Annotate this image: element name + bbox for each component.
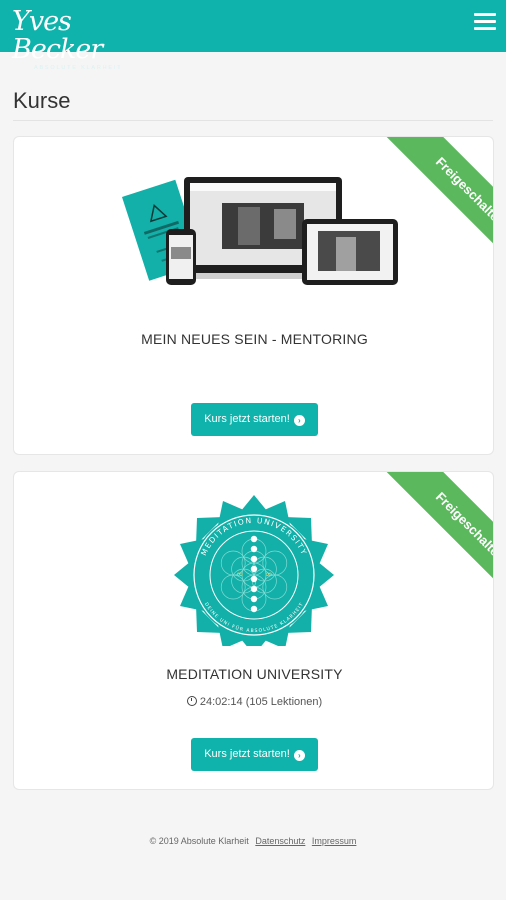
title-divider: [13, 120, 493, 121]
privacy-link[interactable]: Datenschutz: [255, 836, 305, 846]
start-course-button[interactable]: Kurs jetzt starten! ›: [191, 403, 318, 436]
imprint-link[interactable]: Impressum: [312, 836, 357, 846]
copyright: © 2019 Absolute Klarheit: [149, 836, 249, 846]
start-course-button[interactable]: Kurs jetzt starten! ›: [191, 738, 318, 771]
logo-script: Yves Becker: [12, 6, 103, 65]
logo[interactable]: Yves Becker ABSOLUTE KLARHEIT: [12, 8, 132, 72]
arrow-circle-right-icon: ›: [293, 750, 305, 761]
course-card-meditation: Freigeschaltet ∞ ∞ MEDITATION UNIVERSITY…: [13, 471, 494, 790]
course-duration: 24:02:14 (105 Lektionen): [14, 696, 493, 708]
meditation-university-seal: ∞ ∞ MEDITATION UNIVERSITY DEINE UNI FÜR …: [174, 495, 334, 646]
course-title: MEDITATION UNIVERSITY: [166, 666, 343, 682]
duration-text: 24:02:14 (105 Lektionen): [199, 696, 323, 708]
svg-text:∞: ∞: [236, 570, 244, 580]
start-course-label: Kurs jetzt starten!: [204, 748, 290, 760]
arrow-circle-right-icon: ›: [293, 415, 305, 426]
clock-icon: [186, 696, 197, 706]
page-title: Kurse: [13, 88, 71, 113]
logo-tagline: ABSOLUTE KLARHEIT: [34, 65, 123, 71]
device-mockup-image: [122, 177, 398, 285]
top-bar: Yves Becker ABSOLUTE KLARHEIT: [0, 0, 506, 72]
start-course-label: Kurs jetzt starten!: [204, 413, 290, 425]
footer: © 2019 Absolute Klarheit Datenschutz Imp…: [0, 836, 506, 846]
course-title: MEIN NEUES SEIN - MENTORING: [141, 331, 368, 347]
svg-text:∞: ∞: [265, 570, 273, 580]
course-card-mentoring: Freigeschaltet MEIN NEUES SEIN - MENTORI…: [13, 136, 494, 455]
hamburger-menu-icon[interactable]: [474, 13, 496, 35]
